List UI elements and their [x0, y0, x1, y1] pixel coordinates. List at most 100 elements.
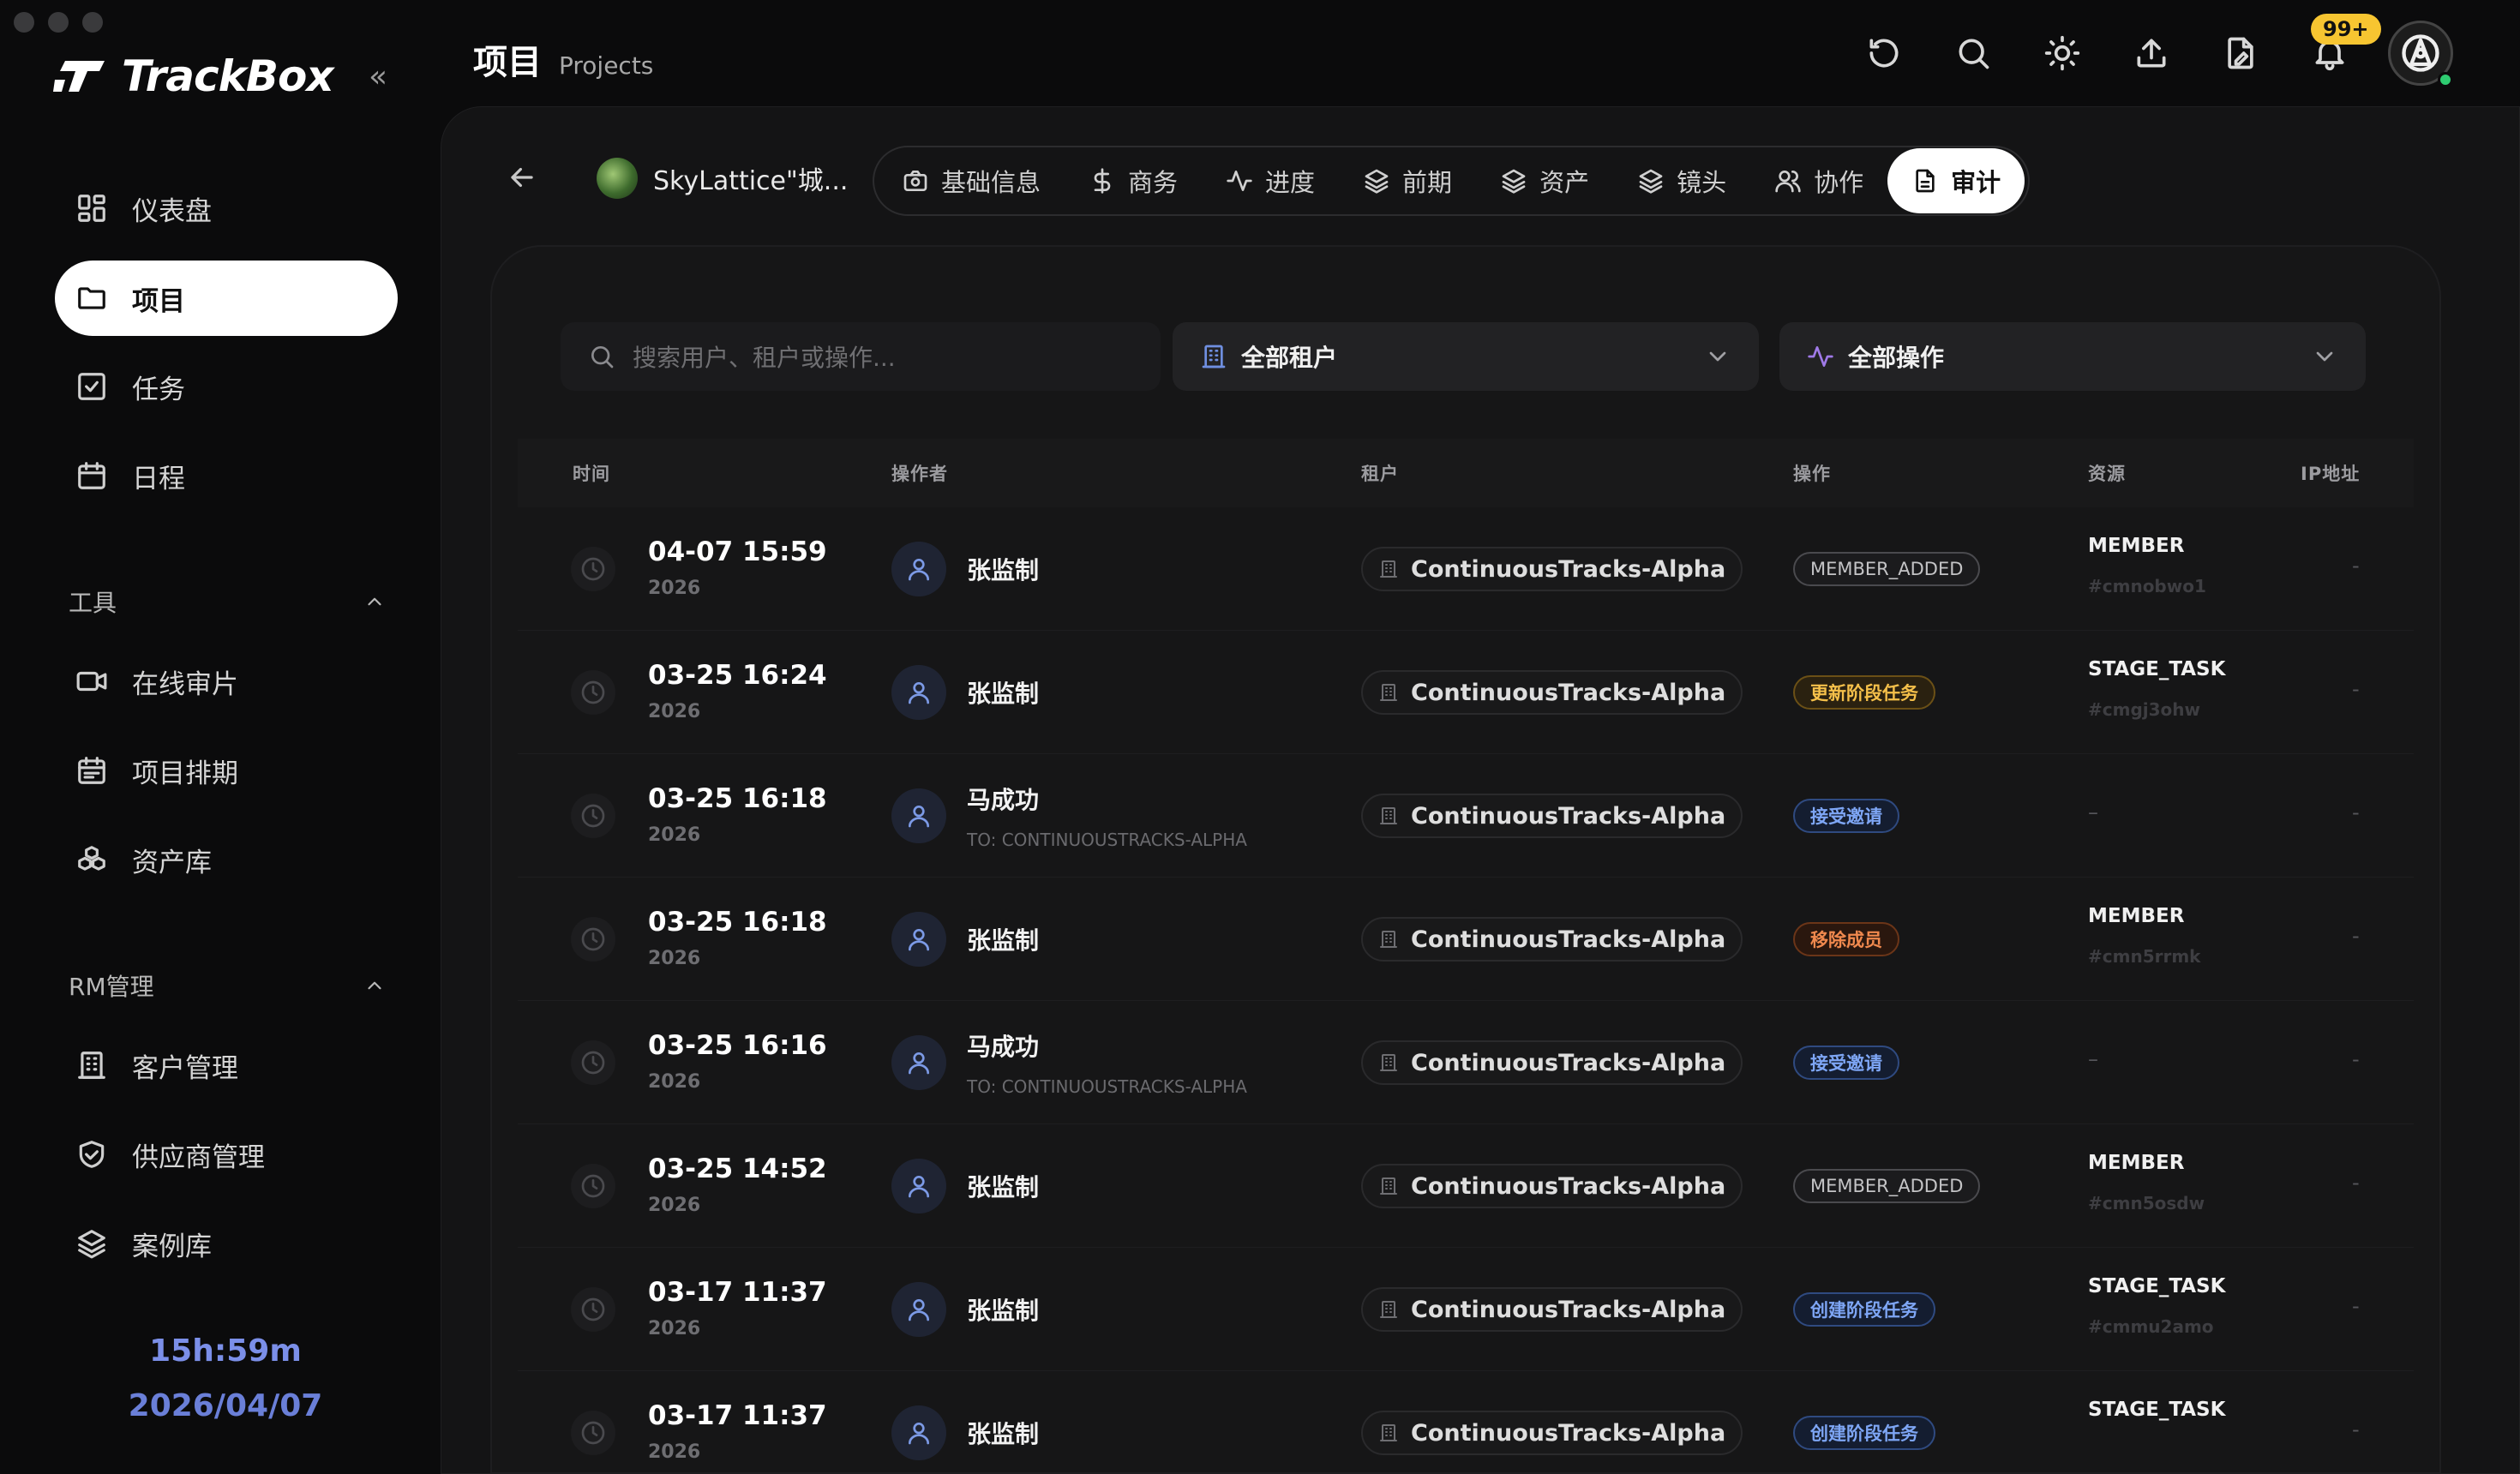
table-row[interactable]: 03-17 11:37 2026 张监制 ContinuousTracks-Alpha… [518, 1248, 2414, 1371]
sidebar-item-suppliers[interactable]: 供应商管理 [55, 1117, 398, 1192]
project-tabs: 基础信息 商务 进度 前期 资产 镜头 协作 审计 [873, 146, 2031, 216]
sidebar-item-tasks[interactable]: 任务 [55, 349, 398, 424]
table-row[interactable]: 03-25 14:52 2026 张监制 ContinuousTracks-Alpha… [518, 1124, 2414, 1248]
time-icon-wrap [571, 1287, 615, 1332]
tenant-name: ContinuousTracks-Alpha [1411, 555, 1726, 583]
row-resource-id: #cmmu2amo [2088, 1316, 2214, 1337]
sidebar-item-schedule[interactable]: 日程 [55, 438, 398, 513]
table-row[interactable]: 03-25 16:24 2026 张监制 ContinuousTracks-Alpha… [518, 631, 2414, 754]
tenant-select[interactable]: 全部租户 [1173, 322, 1759, 391]
sidebar-item-projects[interactable]: 项目 [55, 261, 398, 336]
time-icon-wrap [571, 670, 615, 715]
upload-button[interactable] [2133, 34, 2174, 75]
sidebar-item-online-review[interactable]: 在线审片 [55, 644, 398, 719]
column-header-tenant[interactable]: 租户 [1361, 460, 1399, 486]
tenant-chip[interactable]: ContinuousTracks-Alpha [1361, 547, 1743, 591]
collapse-sidebar-icon[interactable]: « [369, 62, 387, 93]
sidebar-item-label: 客户管理 [132, 1052, 238, 1084]
user-icon [909, 559, 929, 581]
current-date: 2026/04/07 [128, 1388, 323, 1423]
tenant-chip[interactable]: ContinuousTracks-Alpha [1361, 1040, 1743, 1085]
app-name: TrackBox [122, 51, 334, 101]
action-badge: 创建阶段任务 [1793, 1416, 1935, 1450]
user-icon [909, 1299, 929, 1321]
arrow-left-icon [511, 167, 533, 188]
action-badge: MEMBER_ADDED [1793, 552, 1981, 586]
page-title-en: Projects [559, 51, 654, 80]
row-resource: STAGE_TASK [2088, 1275, 2226, 1297]
sidebar-item-customers[interactable]: 客户管理 [55, 1028, 398, 1103]
sidebar-item-label: 案例库 [132, 1231, 212, 1262]
time-icon-wrap [571, 1411, 615, 1455]
tenant-chip[interactable]: ContinuousTracks-Alpha [1361, 1287, 1743, 1332]
action-badge: 更新阶段任务 [1793, 675, 1935, 710]
tenant-chip[interactable]: ContinuousTracks-Alpha [1361, 1164, 1743, 1208]
action-badge: 接受邀请 [1793, 1046, 1899, 1080]
back-button[interactable] [506, 161, 538, 194]
action-badge: MEMBER_ADDED [1793, 1169, 1981, 1203]
table-row[interactable]: 03-25 16:16 2026 马成功 TO: CONTINUOUSTRACKS-A… [518, 1001, 2414, 1124]
chevron-up-icon [368, 981, 381, 990]
app-logo[interactable]: TrackBox [53, 51, 334, 101]
building-icon [1380, 1301, 1397, 1318]
tab-assets[interactable]: 资产 [1476, 148, 1613, 213]
refresh-button[interactable] [1865, 34, 1906, 75]
row-year: 2026 [648, 1441, 701, 1463]
operator-avatar [891, 912, 946, 967]
row-year: 2026 [648, 1318, 701, 1339]
sun-icon [2044, 35, 2080, 71]
activity-icon [1227, 171, 1252, 191]
row-ip: - [2352, 554, 2360, 578]
theme-toggle-button[interactable] [2043, 34, 2085, 75]
search-button[interactable] [1954, 34, 1995, 75]
tab-progress[interactable]: 进度 [1202, 148, 1339, 213]
tenant-chip[interactable]: ContinuousTracks-Alpha [1361, 670, 1743, 715]
column-header-resource[interactable]: 资源 [2088, 460, 2126, 486]
tab-collaboration[interactable]: 协作 [1750, 148, 1887, 213]
clock-icon [581, 927, 605, 951]
row-resource-id: #cmn5osdw [2088, 1193, 2205, 1213]
time-icon-wrap [571, 1040, 615, 1085]
tenant-name: ContinuousTracks-Alpha [1411, 679, 1726, 706]
table-row[interactable]: 04-07 15:59 2026 张监制 ContinuousTracks-Alpha… [518, 507, 2414, 631]
row-year: 2026 [648, 578, 701, 599]
sidebar-item-case-library[interactable]: 案例库 [55, 1206, 398, 1281]
tab-shots[interactable]: 镜头 [1613, 148, 1750, 213]
page-title: 项目 Projects [473, 34, 653, 84]
sidebar-item-asset-library[interactable]: 资产库 [55, 822, 398, 897]
video-camera-icon [76, 671, 107, 692]
clock-icon [581, 1421, 605, 1445]
tab-pre-production[interactable]: 前期 [1339, 148, 1476, 213]
tab-basic-info[interactable]: 基础信息 [878, 148, 1065, 213]
column-header-ip[interactable]: IP地址 [2301, 460, 2360, 486]
schedule-icon [78, 757, 105, 784]
column-header-action[interactable]: 操作 [1793, 460, 1831, 486]
table-row[interactable]: 03-25 16:18 2026 马成功 TO: CONTINUOUSTRACKS-A… [518, 754, 2414, 878]
tenant-chip[interactable]: ContinuousTracks-Alpha [1361, 917, 1743, 962]
tools-section-header[interactable]: 工具 [69, 584, 386, 619]
dashboard-icon [78, 195, 105, 222]
tab-business[interactable]: 商务 [1065, 148, 1202, 213]
table-row[interactable]: 03-17 11:37 2026 张监制 ContinuousTracks-Alpha… [518, 1371, 2414, 1474]
row-resource-empty: – [2088, 1047, 2098, 1071]
table-row[interactable]: 03-25 16:18 2026 张监制 ContinuousTracks-Alpha… [518, 878, 2414, 1001]
time-icon-wrap [571, 1164, 615, 1208]
file-sign-button[interactable] [2222, 34, 2263, 75]
column-header-time[interactable]: 时间 [573, 460, 610, 486]
row-time: 04-07 15:59 [648, 536, 827, 567]
project-chip[interactable]: SkyLattice"城... [597, 158, 848, 199]
tab-audit[interactable]: 审计 [1887, 148, 2025, 213]
search-input[interactable]: 搜索用户、租户或操作... [561, 322, 1161, 391]
tenant-chip[interactable]: ContinuousTracks-Alpha [1361, 1411, 1743, 1455]
sidebar-item-label: 在线审片 [132, 668, 238, 700]
session-timer: 15h:59m [149, 1333, 302, 1369]
action-select[interactable]: 全部操作 [1779, 322, 2366, 391]
sidebar-item-dashboard[interactable]: 仪表盘 [55, 171, 398, 246]
upload-icon [2137, 39, 2166, 68]
column-header-operator[interactable]: 操作者 [891, 460, 948, 486]
tenant-chip[interactable]: ContinuousTracks-Alpha [1361, 794, 1743, 838]
sidebar-item-project-schedule[interactable]: 项目排期 [55, 733, 398, 808]
chevron-down-icon [2316, 351, 2333, 362]
operator-avatar [891, 1282, 946, 1337]
rm-section-header[interactable]: RM管理 [69, 968, 386, 1003]
